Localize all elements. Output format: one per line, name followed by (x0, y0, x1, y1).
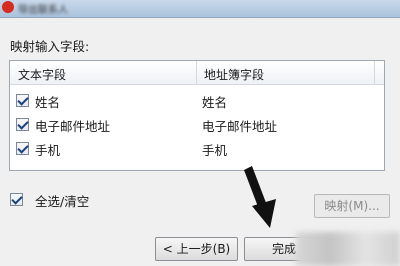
annotation-arrow-icon (244, 166, 276, 228)
